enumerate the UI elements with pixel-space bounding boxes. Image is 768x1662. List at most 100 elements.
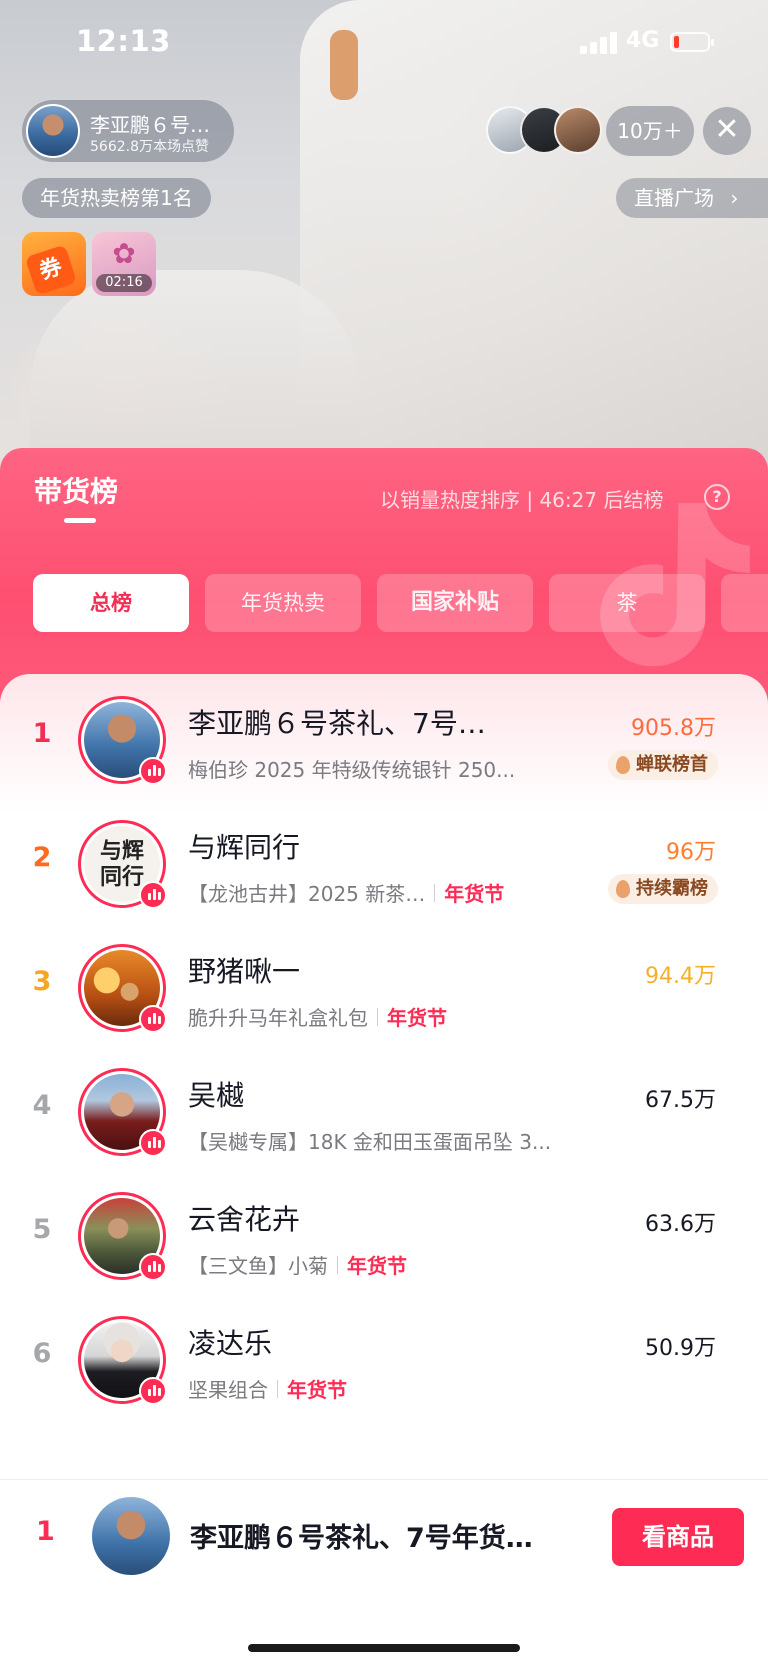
product-subtitle: 脆升升马年礼盒礼包 年货节	[188, 1002, 447, 1031]
signal-icon	[580, 32, 618, 54]
ranking-row[interactable]: 2 与辉 同行 与辉同行 【龙池古井】2025 新茶… 年货节 96万 持续霸榜	[0, 798, 768, 928]
honor-badge: 蝉联榜首	[608, 750, 718, 780]
streamer-title: 野猪啾一	[188, 955, 301, 988]
tab-overall[interactable]: 总榜	[33, 574, 189, 632]
gift-countdown: 02:16	[96, 274, 152, 292]
product-subtitle: 【吴樾专属】18K 金和田玉蛋面吊坠 3...	[188, 1126, 551, 1155]
honor-label: 持续霸榜	[636, 878, 708, 899]
gift-icon: ✿	[112, 237, 136, 270]
host-avatar[interactable]	[26, 104, 80, 158]
streamer-title: 李亚鹏６号茶礼、7号…	[188, 707, 486, 740]
sales-value: 905.8万	[631, 716, 716, 741]
current-host-bar[interactable]: 1 李亚鹏６号茶礼、7号年货… 看商品	[0, 1479, 768, 1662]
product-name: 【三文鱼】小菊	[188, 1254, 328, 1278]
coupon-icon: 券	[24, 244, 78, 296]
tab-national-subsidy[interactable]: 国家补贴	[377, 574, 533, 632]
product-name: 【吴樾专属】18K 金和田玉蛋面吊坠 3...	[188, 1130, 552, 1154]
promo-tag: 年货节	[387, 1006, 447, 1030]
live-plaza-button[interactable]: 直播广场 ›	[616, 178, 768, 218]
ranking-row[interactable]: 5 云舍花卉 【三文鱼】小菊 年货节 63.6万	[0, 1170, 768, 1300]
live-indicator-icon	[139, 1005, 167, 1033]
sales-value: 50.9万	[645, 1336, 716, 1361]
tab-new-year-goods[interactable]: 年货热卖	[205, 574, 361, 632]
rank-number: 3	[32, 966, 52, 997]
status-bar: 12:13 4G	[0, 0, 768, 90]
close-icon: ✕	[714, 112, 740, 147]
honor-label: 蝉联榜首	[636, 754, 708, 775]
live-indicator-icon	[139, 881, 167, 909]
live-plaza-label: 直播广场	[634, 186, 714, 210]
streamer-title: 吴樾	[188, 1079, 245, 1112]
video-figure-sleeve	[30, 270, 360, 470]
hot-rank-badge[interactable]: 年货热卖榜第1名	[22, 178, 211, 218]
sales-value: 63.6万	[645, 1212, 716, 1237]
product-name: 脆升升马年礼盒礼包	[188, 1006, 368, 1030]
promo-tag: 年货节	[347, 1254, 407, 1278]
rank-number: 6	[32, 1338, 52, 1369]
ranking-row[interactable]: 1 李亚鹏６号茶礼、7号… 梅伯珍 2025 年特级传统银针 250... 90…	[0, 674, 768, 804]
chevron-right-icon: ›	[730, 186, 739, 210]
viewer-count[interactable]: 10万＋	[606, 106, 694, 156]
live-indicator-icon	[139, 757, 167, 785]
tab-tea[interactable]: 茶	[549, 574, 705, 632]
viewer-avatar[interactable]	[554, 106, 602, 154]
divider	[277, 1379, 278, 1398]
ranking-row[interactable]: 3 野猪啾一 脆升升马年礼盒礼包 年货节 94.4万	[0, 922, 768, 1052]
ranking-sort-note: 以销量热度排序 | 46:27 后结榜	[380, 488, 664, 512]
streamer-avatar[interactable]: 与辉 同行	[78, 820, 167, 909]
flame-icon	[616, 880, 630, 898]
network-type: 4G	[626, 28, 660, 53]
battery-level	[674, 36, 679, 48]
streamer-title: 云舍花卉	[188, 1203, 301, 1236]
live-indicator-icon	[139, 1377, 167, 1405]
product-name: 【龙池古井】2025 新茶…	[188, 882, 426, 906]
rank-number: 5	[32, 1214, 52, 1245]
status-time: 12:13	[76, 24, 171, 58]
product-subtitle: 【龙池古井】2025 新茶… 年货节	[188, 878, 504, 907]
product-subtitle: 【三文鱼】小菊 年货节	[188, 1250, 407, 1279]
product-subtitle: 梅伯珍 2025 年特级传统银针 250...	[188, 754, 515, 783]
view-products-button[interactable]: 看商品	[612, 1508, 744, 1566]
home-indicator[interactable]	[248, 1644, 520, 1652]
ranking-row[interactable]: 4 吴樾 【吴樾专属】18K 金和田玉蛋面吊坠 3... 67.5万	[0, 1046, 768, 1176]
promo-tag: 年货节	[444, 882, 505, 906]
divider	[377, 1007, 378, 1026]
divider	[337, 1255, 338, 1274]
streamer-avatar[interactable]	[78, 944, 167, 1033]
product-name: 坚果组合	[188, 1378, 268, 1402]
host-name: 李亚鹏６号…	[90, 113, 210, 137]
streamer-avatar[interactable]	[78, 696, 167, 785]
battery-icon	[670, 32, 714, 52]
product-subtitle: 坚果组合 年货节	[188, 1374, 347, 1403]
streamer-title: 凌达乐	[188, 1327, 273, 1360]
rank-number: 4	[32, 1090, 52, 1121]
current-host-title: 李亚鹏６号茶礼、7号年货…	[190, 1523, 533, 1554]
ranking-row[interactable]: 6 凌达乐 坚果组合 年货节 50.9万	[0, 1294, 768, 1424]
promo-tag: 年货节	[287, 1378, 347, 1402]
ranking-title[interactable]: 带货榜	[34, 470, 118, 510]
gift-timer-button[interactable]: ✿ 02:16	[92, 232, 156, 296]
streamer-avatar[interactable]	[78, 1068, 167, 1157]
streamer-avatar[interactable]	[78, 1192, 167, 1281]
tab-more[interactable]	[721, 574, 768, 632]
live-indicator-icon	[139, 1129, 167, 1157]
current-host-avatar[interactable]	[92, 1497, 170, 1575]
streamer-title: 与辉同行	[188, 831, 301, 864]
sales-value: 67.5万	[645, 1088, 716, 1113]
viewer-avatar-stack[interactable]	[486, 106, 604, 156]
rank-number: 2	[32, 842, 52, 873]
close-button[interactable]: ✕	[703, 107, 751, 155]
streamer-avatar[interactable]	[78, 1316, 167, 1405]
flame-icon	[616, 756, 630, 774]
title-underline	[64, 518, 96, 523]
coupon-button[interactable]: 券	[22, 232, 86, 296]
help-icon[interactable]: ?	[704, 484, 730, 510]
divider	[434, 883, 436, 902]
live-indicator-icon	[139, 1253, 167, 1281]
sales-value: 94.4万	[645, 964, 716, 989]
host-card[interactable]: 李亚鹏６号… 5662.8万本场点赞	[22, 100, 234, 162]
product-name: 梅伯珍 2025 年特级传统银针 250...	[188, 758, 516, 782]
honor-badge: 持续霸榜	[608, 874, 718, 904]
host-like-count: 5662.8万本场点赞	[90, 139, 209, 155]
sales-value: 96万	[666, 840, 716, 865]
